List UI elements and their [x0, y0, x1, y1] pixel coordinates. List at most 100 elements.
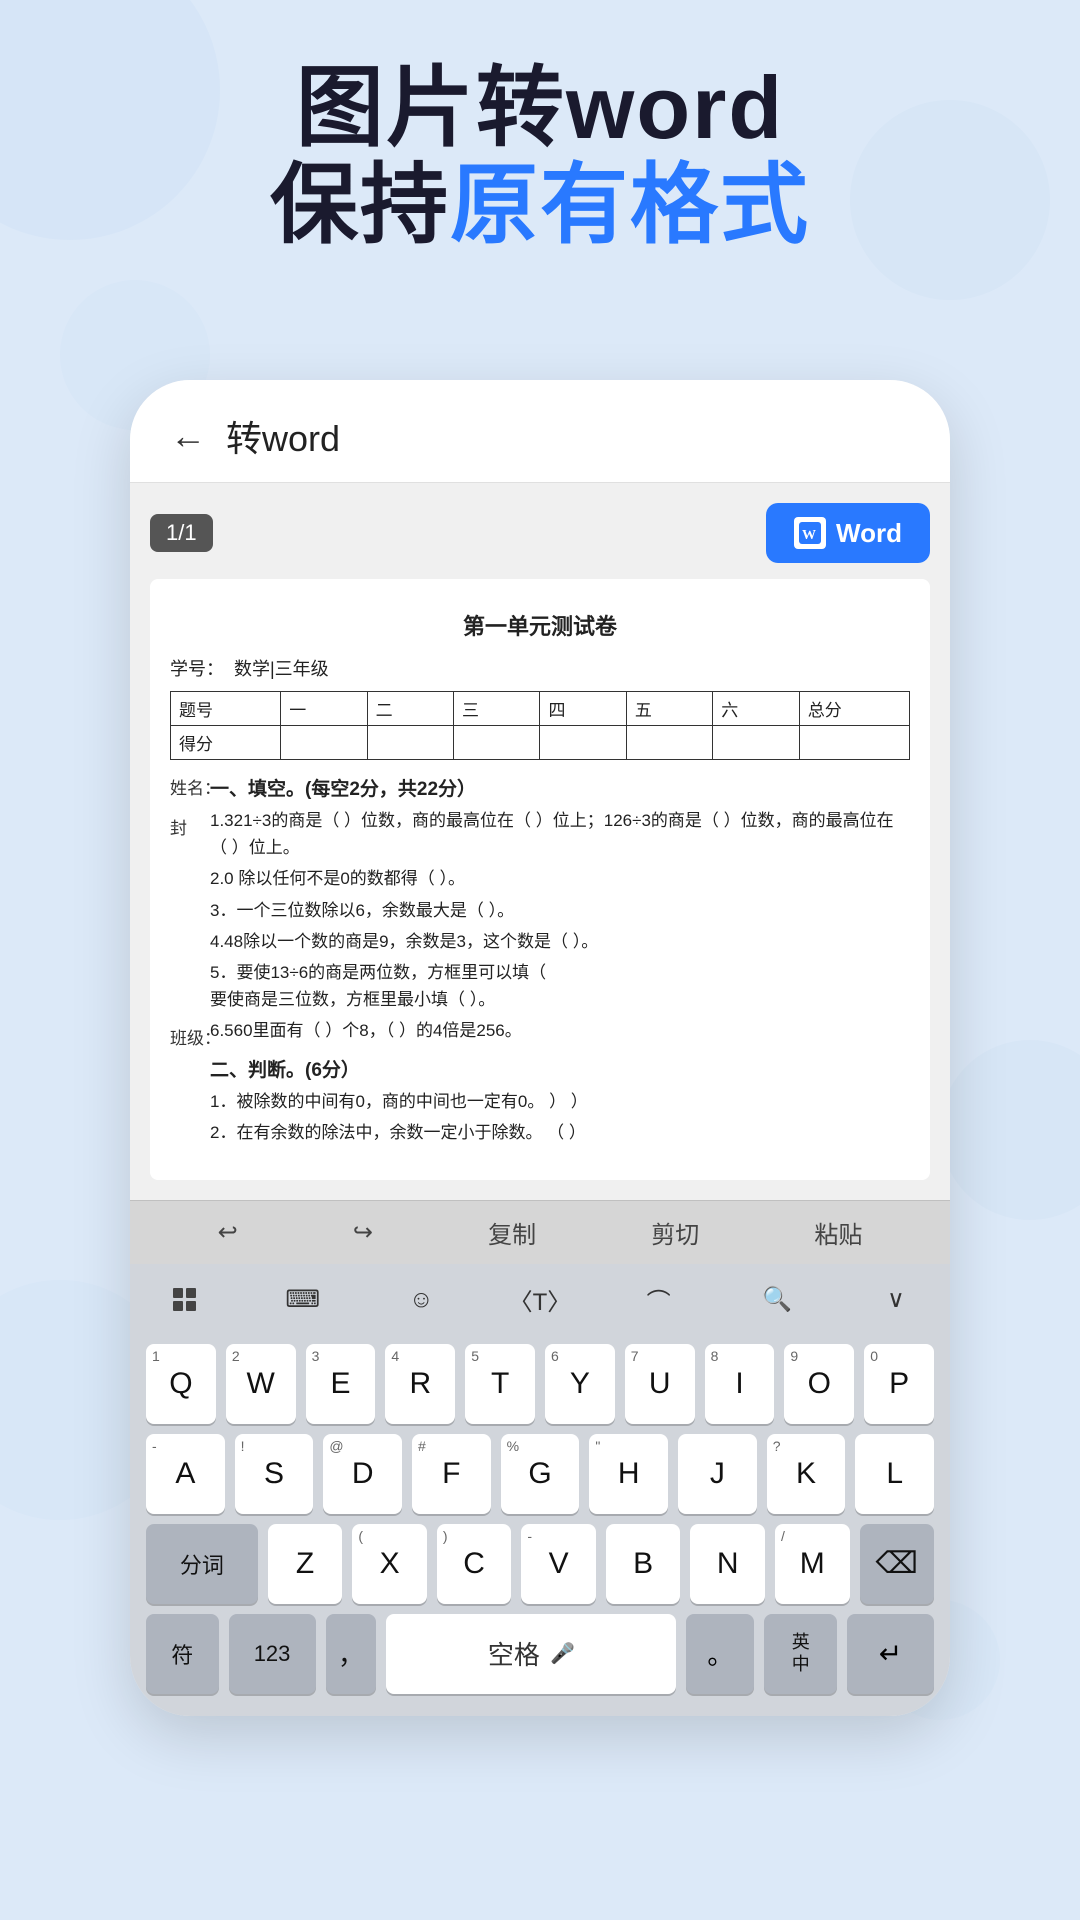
judge-item-1: 1．被除数的中间有0，商的中间也一定有0。 ） ） [210, 1088, 910, 1115]
section1-title: 一、填空。(每空2分，共22分） [210, 774, 910, 801]
key-R[interactable]: 4R [385, 1344, 455, 1424]
doc-field-row-xuehao: 学号： 数学|三年级 [170, 655, 910, 681]
link-switch-icon[interactable]: ⌒ [635, 1280, 683, 1320]
keyboard-row-2: -A !S @D #F %G "H J ?K L [146, 1434, 934, 1514]
key-X[interactable]: (X [352, 1524, 427, 1604]
mic-icon: 🎤 [550, 1641, 575, 1666]
table-header-6: 六 [713, 692, 799, 726]
table-header-total: 总分 [799, 692, 909, 726]
key-fenci[interactable]: 分词 [146, 1524, 258, 1604]
redo-button[interactable]: ↪ [353, 1218, 373, 1247]
paste-button[interactable]: 粘贴 [814, 1215, 862, 1250]
key-A[interactable]: -A [146, 1434, 225, 1514]
word-export-button[interactable]: W Word [766, 503, 930, 563]
key-L[interactable]: L [855, 1434, 934, 1514]
key-O[interactable]: 9O [784, 1344, 854, 1424]
key-J[interactable]: J [678, 1434, 757, 1514]
key-D[interactable]: @D [323, 1434, 402, 1514]
chevron-switch-icon[interactable]: ∨ [872, 1280, 920, 1320]
key-F[interactable]: #F [412, 1434, 491, 1514]
kemu-value: 数学|三年级 [234, 655, 329, 681]
table-score-4 [540, 726, 626, 760]
key-fu[interactable]: 符 [146, 1614, 219, 1694]
table-header-2: 二 [367, 692, 453, 726]
table-score-5 [626, 726, 712, 760]
copy-button[interactable]: 复制 [488, 1215, 536, 1250]
keyboard-main: 1Q 2W 3E 4R 5T 6Y 7U 8I 9O 0P -A !S @D #… [130, 1336, 950, 1716]
doc-item-3: 3．一个三位数除以6，余数最大是（ ）。 [210, 897, 910, 924]
key-Q[interactable]: 1Q [146, 1344, 216, 1424]
section2-title: 二、判断。(6分） [210, 1055, 910, 1082]
header-line2-prefix: 保持 [270, 155, 450, 254]
score-table: 题号 一 二 三 四 五 六 总分 得分 [170, 691, 910, 760]
key-K[interactable]: ?K [767, 1434, 846, 1514]
key-S[interactable]: !S [235, 1434, 314, 1514]
side-label-feng: 封 [170, 814, 187, 839]
key-V[interactable]: -V [521, 1524, 596, 1604]
keyboard-row-3: 分词 Z (X )C -V B N /M ⌫ [146, 1524, 934, 1604]
svg-text:W: W [802, 528, 816, 543]
key-E[interactable]: 3E [306, 1344, 376, 1424]
key-Y[interactable]: 6Y [545, 1344, 615, 1424]
word-button-label: Word [836, 518, 902, 549]
document-area: 1/1 W Word 第一单元测试卷 学号： 数学|三年级 题号 [130, 483, 950, 1200]
key-M[interactable]: /M [775, 1524, 850, 1604]
table-score-3 [454, 726, 540, 760]
doc-inner-content: 一、填空。(每空2分，共22分） 1.321÷3的商是（ ）位数，商的最高位在（… [210, 774, 910, 1013]
undo-button[interactable]: ↩ [218, 1218, 238, 1247]
doc-item-2: 2.0 除以任何不是0的数都得（ ）。 [210, 865, 910, 892]
table-total-score [799, 726, 909, 760]
table-header-tihao: 题号 [171, 692, 281, 726]
code-switch-icon[interactable]: 〈T〉 [516, 1280, 564, 1320]
key-H[interactable]: "H [589, 1434, 668, 1514]
key-N[interactable]: N [690, 1524, 765, 1604]
search-switch-icon[interactable]: 🔍 [753, 1280, 801, 1320]
key-G[interactable]: %G [501, 1434, 580, 1514]
key-period[interactable]: 。 [686, 1614, 754, 1694]
key-T[interactable]: 5T [465, 1344, 535, 1424]
table-header-3: 三 [454, 692, 540, 726]
doc-item-5: 5．要使13÷6的商是两位数，方框里可以填（要使商是三位数，方框里最小填（ ）。 [210, 959, 910, 1013]
doc-item-1: 1.321÷3的商是（ ）位数，商的最高位在（ ）位上；126÷3的商是（ ）位… [210, 807, 910, 861]
header-line2: 保持原有格式 [0, 157, 1080, 254]
header-line2-blue: 原有格式 [450, 155, 810, 254]
table-score-1 [281, 726, 367, 760]
table-score-2 [367, 726, 453, 760]
key-comma[interactable]: ， [326, 1614, 377, 1694]
document-content[interactable]: 第一单元测试卷 学号： 数学|三年级 题号 一 二 三 四 五 六 总分 得分 [150, 579, 930, 1180]
cut-button[interactable]: 剪切 [651, 1215, 699, 1250]
key-delete[interactable]: ⌫ [860, 1524, 935, 1604]
doc-title: 第一单元测试卷 [170, 609, 910, 641]
app-title: 转word [226, 410, 340, 462]
table-header-1: 一 [281, 692, 367, 726]
back-button[interactable]: ← [170, 415, 206, 457]
key-I[interactable]: 8I [705, 1344, 775, 1424]
keyboard-row-1: 1Q 2W 3E 4R 5T 6Y 7U 8I 9O 0P [146, 1344, 934, 1424]
app-bar: ← 转word [130, 380, 950, 483]
table-header-5: 五 [626, 692, 712, 726]
key-B[interactable]: B [606, 1524, 681, 1604]
doc-toolbar: 1/1 W Word [150, 503, 930, 563]
doc-item-6: 6.560里面有（ ）个8，（ ）的4倍是256。 [210, 1017, 910, 1044]
key-enter[interactable]: ↵ [847, 1614, 934, 1694]
table-defen-label: 得分 [171, 726, 281, 760]
table-score-6 [713, 726, 799, 760]
side-label-xingming: 姓名： [170, 774, 221, 799]
word-icon: W [794, 517, 826, 549]
key-123[interactable]: 123 [229, 1614, 316, 1694]
keyboard-toolbar: ↩ ↪ 复制 剪切 粘贴 [130, 1200, 950, 1264]
doc-item-4: 4.48除以一个数的商是9，余数是3，这个数是（ ）。 [210, 928, 910, 955]
xuehao-label: 学号： [170, 655, 224, 681]
key-space[interactable]: 空格 🎤 [386, 1614, 676, 1694]
key-W[interactable]: 2W [226, 1344, 296, 1424]
judge-item-2: 2．在有余数的除法中，余数一定小于除数。 （ ） [210, 1119, 910, 1146]
key-P[interactable]: 0P [864, 1344, 934, 1424]
key-lang[interactable]: 英中 [764, 1614, 837, 1694]
keyboard-switch-icon[interactable]: ⌨ [279, 1280, 327, 1320]
key-Z[interactable]: Z [268, 1524, 343, 1604]
key-C[interactable]: )C [437, 1524, 512, 1604]
grid-switch-icon[interactable] [160, 1280, 208, 1320]
key-U[interactable]: 7U [625, 1344, 695, 1424]
keyboard-row-bottom: 符 123 ， 空格 🎤 。 英中 ↵ [146, 1614, 934, 1694]
emoji-switch-icon[interactable]: ☺ [397, 1280, 445, 1320]
